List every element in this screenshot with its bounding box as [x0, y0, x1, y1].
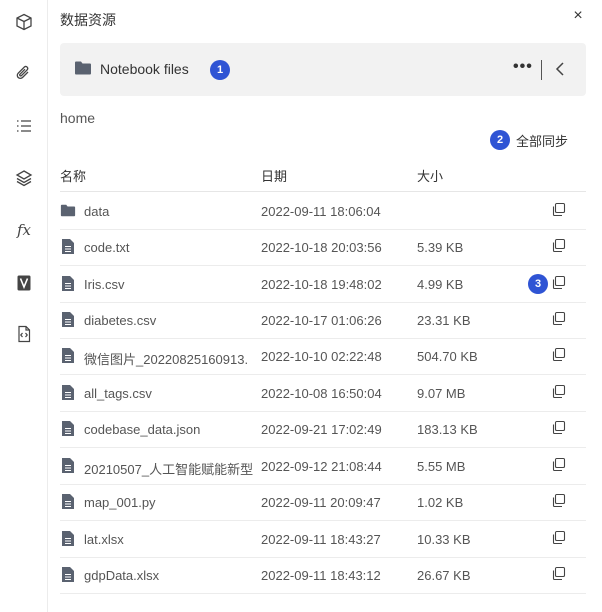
file-name: 20210507_人工智能赋能新型 [84, 462, 254, 477]
file-date: 2022-09-11 18:43:27 [261, 532, 381, 547]
folder-title[interactable]: Notebook files [100, 61, 189, 77]
file-size: 9.07 MB [417, 386, 466, 401]
file-date: 2022-09-11 20:09:47 [261, 495, 381, 510]
file-icon [62, 239, 74, 254]
copy-icon[interactable] [551, 493, 566, 508]
table-row[interactable]: codebase_data.json 2022-09-21 17:02:49 183… [60, 411, 586, 448]
column-header-size: 大小 [417, 169, 444, 184]
copy-icon[interactable] [551, 311, 566, 326]
file-size: 4.99 KB [417, 277, 464, 292]
step-badge-3: 3 [528, 274, 548, 294]
step-badge-1: 1 [210, 60, 230, 80]
copy-icon[interactable] [551, 384, 566, 399]
table-row[interactable]: Iris.csv 2022-10-18 19:48:02 4.99 KB 3 [60, 266, 586, 303]
copy-icon[interactable] [551, 420, 566, 435]
file-icon [62, 458, 74, 473]
table-row[interactable]: all_tags.csv 2022-10-08 16:50:04 9.07 MB [60, 375, 586, 412]
table-row[interactable]: map_001.py 2022-09-11 20:09:47 1.02 KB [60, 484, 586, 521]
code-file-icon[interactable] [12, 322, 36, 346]
folder-icon [60, 204, 76, 217]
file-size: 23.31 KB [417, 313, 471, 328]
file-size: 504.70 KB [417, 349, 478, 364]
folder-icon [75, 61, 91, 75]
file-size: 1.02 KB [417, 495, 464, 510]
file-date: 2022-09-11 18:43:12 [261, 568, 381, 583]
table-row[interactable]: data 2022-09-11 18:06:04 [60, 193, 586, 230]
file-icon [62, 312, 74, 327]
table-row[interactable]: 微信图片_20220825160913. 2022-10-10 02:22:48 5… [60, 338, 586, 375]
file-name: lat.xlsx [84, 532, 124, 547]
file-date: 2022-10-18 19:48:02 [261, 277, 382, 292]
divider [541, 60, 542, 80]
file-name: 微信图片_20220825160913. [84, 352, 249, 367]
file-name: codebase_data.json [84, 422, 201, 437]
file-date: 2022-10-18 20:03:56 [261, 240, 382, 255]
column-header-date: 日期 [261, 169, 288, 184]
copy-icon[interactable] [551, 275, 566, 290]
sync-all-button[interactable]: 2 全部同步 [490, 130, 568, 150]
left-sidebar: fx [0, 0, 48, 612]
file-size: 26.67 KB [417, 568, 471, 583]
file-icon [62, 494, 74, 509]
file-size: 183.13 KB [417, 422, 478, 437]
sync-all-label: 全部同步 [516, 133, 569, 149]
file-icon [62, 567, 74, 582]
table-row[interactable]: 20210507_人工智能赋能新型 2022-09-12 21:08:44 5.55… [60, 448, 586, 485]
v-icon[interactable] [12, 271, 36, 295]
table-row[interactable]: diabetes.csv 2022-10-17 01:06:26 23.31 KB [60, 302, 586, 339]
paperclip-icon[interactable] [12, 61, 36, 85]
copy-icon[interactable] [551, 202, 566, 217]
table-row[interactable]: code.txt 2022-10-18 20:03:56 5.39 KB [60, 229, 586, 266]
column-header-name: 名称 [60, 169, 87, 184]
table-header: 名称 日期 大小 [60, 166, 586, 192]
file-icon [62, 531, 74, 546]
copy-icon[interactable] [551, 457, 566, 472]
layers-icon[interactable] [12, 166, 36, 190]
file-size: 5.55 MB [417, 459, 466, 474]
panel-title: 数据资源 [60, 12, 116, 28]
file-name: code.txt [84, 240, 130, 255]
fx-icon[interactable]: fx [12, 218, 36, 242]
file-date: 2022-10-17 01:06:26 [261, 313, 382, 328]
copy-icon[interactable] [551, 530, 566, 545]
breadcrumb[interactable]: home [60, 110, 95, 126]
table-row[interactable]: gdpData.xlsx 2022-09-11 18:43:12 26.67 KB [60, 557, 586, 594]
file-date: 2022-09-21 17:02:49 [261, 422, 382, 437]
more-icon[interactable]: ••• [513, 58, 533, 76]
file-date: 2022-09-12 21:08:44 [261, 459, 382, 474]
collapse-icon[interactable] [552, 59, 568, 79]
file-name: diabetes.csv [84, 313, 157, 328]
file-icon [62, 385, 74, 400]
file-name: data [84, 204, 110, 219]
file-size: 5.39 KB [417, 240, 464, 255]
file-date: 2022-09-11 18:06:04 [261, 204, 381, 219]
copy-icon[interactable] [551, 347, 566, 362]
file-icon [62, 276, 74, 291]
list-icon[interactable] [12, 114, 36, 138]
file-size: 10.33 KB [417, 532, 471, 547]
file-name: map_001.py [84, 495, 156, 510]
step-badge-2: 2 [490, 130, 510, 150]
cube-icon[interactable] [12, 10, 36, 34]
copy-icon[interactable] [551, 238, 566, 253]
file-name: all_tags.csv [84, 386, 152, 401]
file-icon [62, 421, 74, 436]
copy-icon[interactable] [551, 566, 566, 581]
table-row[interactable]: lat.xlsx 2022-09-11 18:43:27 10.33 KB [60, 521, 586, 558]
close-button[interactable]: × [569, 6, 587, 26]
folder-bar: Notebook files 1 ••• [60, 43, 586, 96]
file-date: 2022-10-08 16:50:04 [261, 386, 382, 401]
file-name: Iris.csv [84, 277, 125, 292]
file-icon [62, 348, 74, 363]
file-name: gdpData.xlsx [84, 568, 160, 583]
file-date: 2022-10-10 02:22:48 [261, 349, 382, 364]
